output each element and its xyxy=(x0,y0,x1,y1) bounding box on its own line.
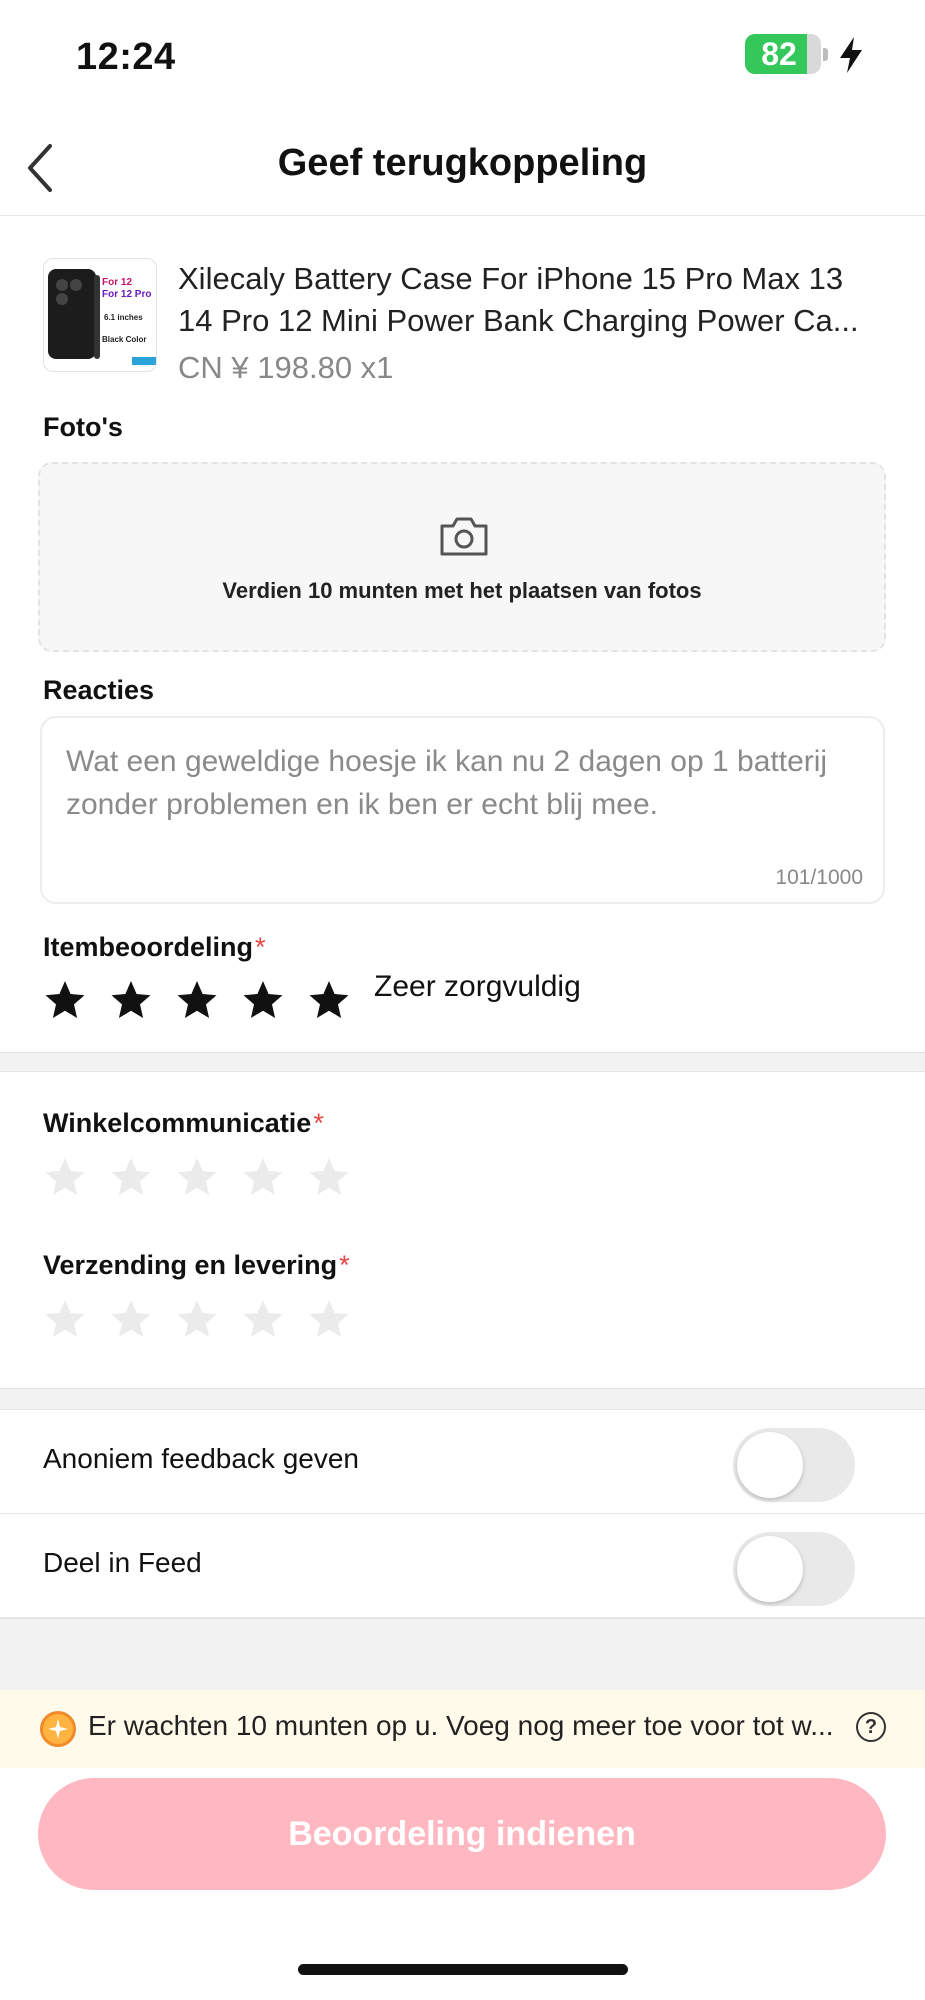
item-rating-text: Zeer zorgvuldig xyxy=(374,970,581,1003)
reviews-label: Reacties xyxy=(43,675,155,705)
star-filled-icon[interactable] xyxy=(109,978,153,1022)
share-in-feed-toggle[interactable] xyxy=(733,1532,855,1606)
share-in-feed-label: Deel in Feed xyxy=(43,1547,202,1578)
home-indicator xyxy=(298,1964,628,1975)
coin-reward-banner[interactable]: Er wachten 10 munten op u. Voeg nog meer… xyxy=(0,1690,925,1768)
star-empty-icon[interactable] xyxy=(43,1297,87,1341)
star-empty-icon[interactable] xyxy=(307,1155,351,1199)
battery-indicator: 82 xyxy=(745,34,821,74)
star-empty-icon[interactable] xyxy=(109,1297,153,1341)
submit-review-button[interactable]: Beoordeling indienen xyxy=(38,1778,886,1890)
charging-bolt-icon xyxy=(840,37,862,73)
star-empty-icon[interactable] xyxy=(241,1297,285,1341)
anonymous-feedback-row: Anoniem feedback geven xyxy=(0,1410,925,1514)
item-rating-label: Itembeoordeling* xyxy=(43,932,266,963)
star-empty-icon[interactable] xyxy=(175,1155,219,1199)
product-title-line-1: Xilecaly Battery Case For iPhone 15 Pro … xyxy=(178,261,844,296)
star-empty-icon[interactable] xyxy=(241,1155,285,1199)
coin-icon xyxy=(40,1711,76,1747)
shop-communication-label-text: Winkelcommunicatie xyxy=(43,1108,312,1138)
star-filled-icon[interactable] xyxy=(43,978,87,1022)
thumb-label-4: Black Color xyxy=(102,335,147,344)
character-counter: 101/1000 xyxy=(775,866,863,889)
section-divider xyxy=(0,1052,925,1072)
help-icon[interactable]: ? xyxy=(856,1712,886,1742)
shop-communication-stars xyxy=(43,1155,351,1199)
section-divider xyxy=(0,1388,925,1410)
star-filled-icon[interactable] xyxy=(307,978,351,1022)
coin-banner-text: Er wachten 10 munten op u. Voeg nog meer… xyxy=(88,1710,834,1741)
item-rating-label-text: Itembeoordeling xyxy=(43,932,254,962)
shipping-label-text: Verzending en levering xyxy=(43,1250,338,1280)
nav-header: Geef terugkoppeling xyxy=(0,120,925,216)
shipping-stars xyxy=(43,1297,351,1341)
share-in-feed-row: Deel in Feed xyxy=(0,1514,925,1618)
status-bar: 12:24 82 xyxy=(0,0,925,120)
thumb-label-1: For 12 xyxy=(102,277,133,288)
section-divider xyxy=(0,1618,925,1690)
battery-tip xyxy=(823,48,828,61)
review-textarea[interactable]: Wat een geweldige hoesje ik kan nu 2 dag… xyxy=(40,716,885,904)
camera-icon xyxy=(440,517,488,556)
photos-label: Foto's xyxy=(43,412,123,442)
product-title-line-2: 14 Pro 12 Mini Power Bank Charging Power… xyxy=(178,303,859,338)
star-filled-icon[interactable] xyxy=(241,978,285,1022)
required-marker: * xyxy=(339,1250,350,1280)
product-thumbnail[interactable]: For 12 For 12 Pro 6.1 inches Black Color xyxy=(43,258,157,372)
thumb-label-3: 6.1 inches xyxy=(104,313,143,322)
status-time: 12:24 xyxy=(76,36,176,78)
thumb-label-2: For 12 Pro xyxy=(102,289,152,300)
toggle-knob xyxy=(737,1536,803,1602)
star-empty-icon[interactable] xyxy=(175,1297,219,1341)
anonymous-feedback-label: Anoniem feedback geven xyxy=(43,1443,359,1474)
shipping-label: Verzending en levering* xyxy=(43,1250,350,1281)
page-title: Geef terugkoppeling xyxy=(277,142,648,184)
item-rating-stars xyxy=(43,978,351,1022)
anonymous-feedback-toggle[interactable] xyxy=(733,1428,855,1502)
star-empty-icon[interactable] xyxy=(109,1155,153,1199)
required-marker: * xyxy=(313,1108,324,1138)
photo-upload-prompt: Verdien 10 munten met het plaatsen van f… xyxy=(222,578,702,603)
battery-level: 82 xyxy=(761,36,797,72)
sparkle-icon xyxy=(48,1719,68,1739)
product-price: CN ¥ 198.80 x1 xyxy=(178,350,394,385)
shop-communication-label: Winkelcommunicatie* xyxy=(43,1108,324,1139)
review-text: Wat een geweldige hoesje ik kan nu 2 dag… xyxy=(66,745,828,821)
star-empty-icon[interactable] xyxy=(43,1155,87,1199)
star-empty-icon[interactable] xyxy=(307,1297,351,1341)
photo-upload-area[interactable]: Verdien 10 munten met het plaatsen van f… xyxy=(38,462,886,652)
product-title[interactable]: Xilecaly Battery Case For iPhone 15 Pro … xyxy=(178,258,898,342)
required-marker: * xyxy=(255,932,266,962)
star-filled-icon[interactable] xyxy=(175,978,219,1022)
toggle-knob xyxy=(737,1432,803,1498)
